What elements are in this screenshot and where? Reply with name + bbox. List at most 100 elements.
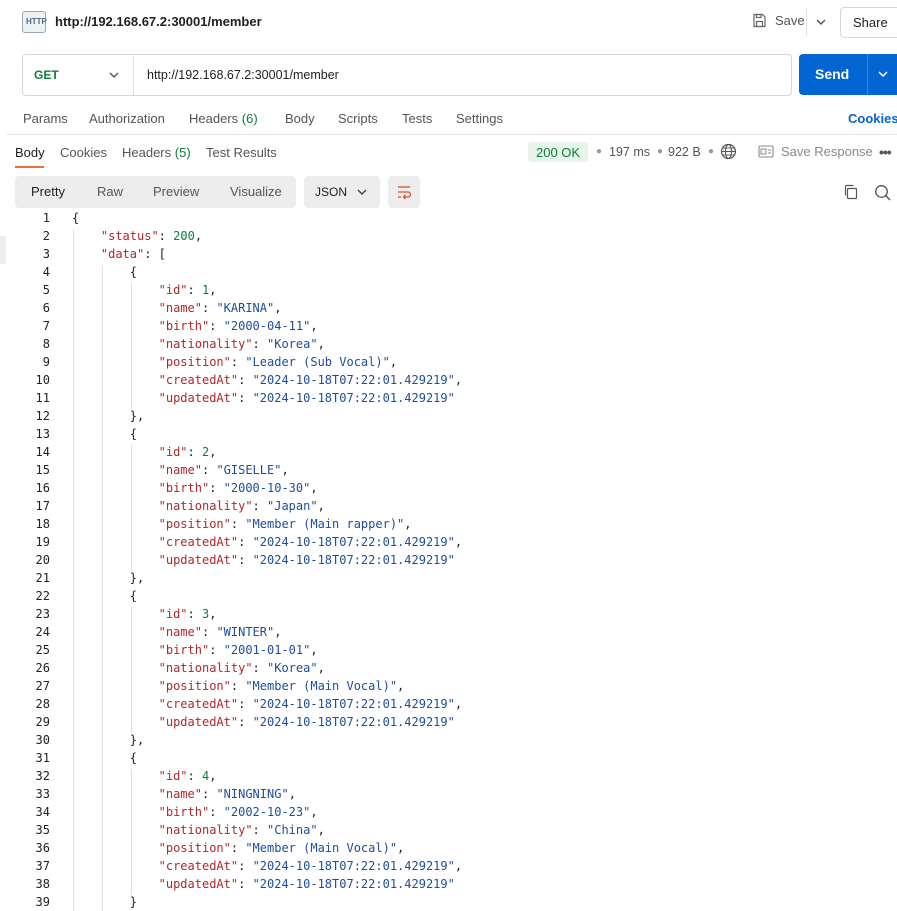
tab-headers-count: (6): [241, 111, 258, 126]
json-line-text: },: [129, 733, 145, 747]
request-tabs: Params Authorization Headers (6) Body Sc…: [0, 111, 897, 133]
json-line: 19 "createdAt": "2024-10-18T07:22:01.4292…: [0, 535, 897, 553]
save-icon: [753, 13, 766, 28]
json-line-text: "birth": "2001-01-01",: [158, 643, 318, 657]
json-line: 6 "name": "KARINA",: [0, 301, 897, 319]
line-number: 18: [35, 517, 50, 531]
json-line: 23 "id": 3,: [0, 607, 897, 625]
globe-icon[interactable]: [720, 143, 737, 160]
url-input[interactable]: http://192.168.67.2:30001/member: [147, 68, 339, 82]
line-number: 17: [35, 499, 50, 513]
request-title[interactable]: http://192.168.67.2:30001/member: [55, 14, 262, 29]
response-tab-test-results[interactable]: Test Results: [206, 145, 277, 160]
language-label: JSON: [315, 185, 348, 199]
send-button[interactable]: Send: [799, 54, 897, 95]
format-pretty[interactable]: Pretty: [31, 184, 65, 199]
line-number: 25: [35, 643, 50, 657]
line-number: 4: [42, 265, 50, 279]
response-tab-cookies[interactable]: Cookies: [60, 145, 107, 160]
response-tab-headers[interactable]: Headers (5): [122, 145, 191, 160]
json-line-text: "createdAt": "2024-10-18T07:22:01.429219…: [158, 859, 463, 873]
json-line-text: "id": 4,: [158, 769, 217, 783]
line-number: 12: [35, 409, 50, 423]
json-line: 29 "updatedAt": "2024-10-18T07:22:01.4292…: [0, 715, 897, 733]
json-line-text: "name": "WINTER",: [158, 625, 282, 639]
line-number: 32: [35, 769, 50, 783]
line-number: 6: [42, 301, 50, 315]
tab-scripts[interactable]: Scripts: [338, 111, 378, 126]
save-response-button[interactable]: Save Response: [758, 144, 873, 159]
send-label: Send: [815, 66, 850, 82]
indent-guide: [73, 229, 74, 911]
line-number: 31: [35, 751, 50, 765]
json-line: 10 "createdAt": "2024-10-18T07:22:01.4292…: [0, 373, 897, 391]
tab-params[interactable]: Params: [23, 111, 68, 126]
line-number: 29: [35, 715, 50, 729]
line-number: 38: [35, 877, 50, 891]
response-tab-headers-count: (5): [174, 145, 191, 160]
json-line-text: {: [72, 211, 80, 225]
section-divider: [6, 134, 897, 135]
response-format-group: Pretty Raw Preview Visualize: [15, 176, 296, 208]
method-select[interactable]: GET: [34, 68, 59, 82]
meta-separator: ●: [657, 146, 664, 157]
search-icon[interactable]: [874, 184, 891, 201]
json-line-text: "position": "Member (Main Vocal)",: [158, 679, 405, 693]
line-number: 20: [35, 553, 50, 567]
line-number: 36: [35, 841, 50, 855]
indent-guide: [130, 445, 132, 571]
cookies-link[interactable]: Cookies: [848, 111, 897, 126]
response-time[interactable]: 197 ms: [609, 145, 650, 159]
json-line-text: {: [129, 589, 137, 603]
more-options-icon[interactable]: •••: [879, 144, 892, 160]
http-request-icon: HTTP: [22, 11, 47, 33]
json-line-text: "nationality": "China",: [158, 823, 325, 837]
tab-tests[interactable]: Tests: [402, 111, 432, 126]
save-label: Save: [775, 13, 805, 28]
response-size[interactable]: 922 B: [668, 145, 701, 159]
line-number: 23: [35, 607, 50, 621]
format-preview[interactable]: Preview: [153, 184, 199, 199]
method-chevron-down-icon[interactable]: [107, 68, 121, 82]
format-raw[interactable]: Raw: [97, 184, 123, 199]
tab-body[interactable]: Body: [285, 111, 315, 126]
line-number: 15: [35, 463, 50, 477]
json-line-text: "name": "GISELLE",: [158, 463, 289, 477]
send-options-chevron-icon[interactable]: [876, 67, 890, 81]
share-button[interactable]: Share: [840, 7, 897, 38]
json-line: 31 {: [0, 751, 897, 769]
json-line-text: "name": "KARINA",: [158, 301, 282, 315]
json-line-text: "updatedAt": "2024-10-18T07:22:01.429219…: [158, 391, 455, 405]
copy-icon[interactable]: [843, 184, 859, 200]
url-separator: [133, 55, 134, 95]
language-select[interactable]: JSON: [304, 176, 380, 208]
wrap-lines-button[interactable]: [388, 176, 420, 208]
json-line: 38 "updatedAt": "2024-10-18T07:22:01.4292…: [0, 877, 897, 895]
save-options-chevron-icon[interactable]: [814, 13, 828, 31]
json-line: 16 "birth": "2000-10-30",: [0, 481, 897, 499]
json-line-text: "nationality": "Japan",: [158, 499, 325, 513]
status-badge[interactable]: 200 OK: [528, 142, 588, 162]
tab-headers[interactable]: Headers (6): [189, 111, 258, 126]
line-number: 19: [35, 535, 50, 549]
format-visualize[interactable]: Visualize: [230, 184, 282, 199]
line-number: 35: [35, 823, 50, 837]
wrap-lines-icon: [398, 186, 412, 200]
response-tab-body[interactable]: Body: [15, 145, 45, 160]
tab-authorization[interactable]: Authorization: [89, 111, 165, 126]
save-response-label: Save Response: [781, 144, 873, 159]
line-number: 27: [35, 679, 50, 693]
language-chevron-down-icon: [357, 189, 367, 195]
json-line: 9 "position": "Leader (Sub Vocal)",: [0, 355, 897, 373]
send-divider: [867, 54, 868, 95]
indent-guide: [101, 265, 103, 911]
line-number: 9: [42, 355, 50, 369]
json-line: 5 "id": 1,: [0, 283, 897, 301]
json-line-text: {: [129, 751, 137, 765]
json-line: 26 "nationality": "Korea",: [0, 661, 897, 679]
url-bar: GET http://192.168.67.2:30001/member: [22, 54, 792, 96]
indent-guide: [130, 607, 132, 733]
json-line-text: "id": 2,: [158, 445, 217, 459]
save-button[interactable]: Save: [752, 13, 805, 28]
tab-settings[interactable]: Settings: [456, 111, 503, 126]
